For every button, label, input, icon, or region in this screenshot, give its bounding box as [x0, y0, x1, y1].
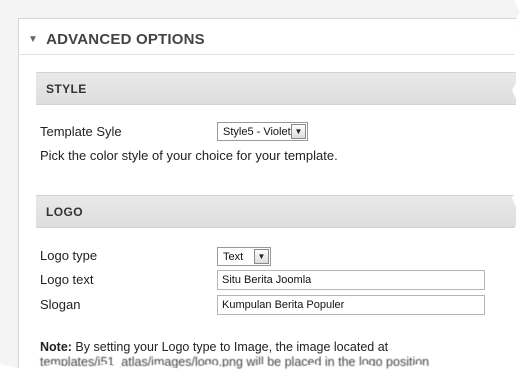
logo-type-value: Text [223, 250, 244, 263]
note-path: templates/j51_atlas/images/logo.png will… [40, 355, 430, 369]
logo-text-input[interactable]: Situ Berita Joomla [217, 270, 485, 290]
template-style-value: Style5 - Violet [223, 125, 291, 138]
divider [18, 54, 518, 55]
template-style-label: Template Syle [40, 124, 122, 139]
slogan-input[interactable]: Kumpulan Berita Populer [217, 295, 485, 315]
template-style-help: Pick the color style of your choice for … [40, 148, 338, 163]
style-section-header: STYLE [36, 72, 516, 105]
template-style-select[interactable]: Style5 - Violet ▼ [217, 122, 308, 141]
chevron-down-icon[interactable]: ▼ [254, 249, 269, 264]
triangle-down-icon: ▼ [28, 33, 39, 45]
logo-type-label: Logo type [40, 248, 98, 263]
chevron-down-icon[interactable]: ▼ [291, 124, 306, 139]
logo-section-header: LOGO [36, 195, 516, 228]
advanced-options-header[interactable]: ▼ ADVANCED OPTIONS [18, 24, 518, 54]
note-label: Note: [40, 340, 72, 354]
style-section-title: STYLE [46, 81, 87, 96]
logo-type-select[interactable]: Text ▼ [217, 247, 271, 266]
note-text: By setting your Logo type to Image, the … [71, 340, 389, 354]
advanced-options-title: ADVANCED OPTIONS [46, 30, 205, 48]
logo-text-label: Logo text [40, 272, 94, 287]
slogan-label: Slogan [40, 297, 81, 312]
logo-section-title: LOGO [46, 204, 83, 219]
logo-note: Note: By setting your Logo type to Image… [40, 340, 510, 355]
torn-panel: ▼ ADVANCED OPTIONS STYLE Template Syle S… [0, 0, 522, 370]
